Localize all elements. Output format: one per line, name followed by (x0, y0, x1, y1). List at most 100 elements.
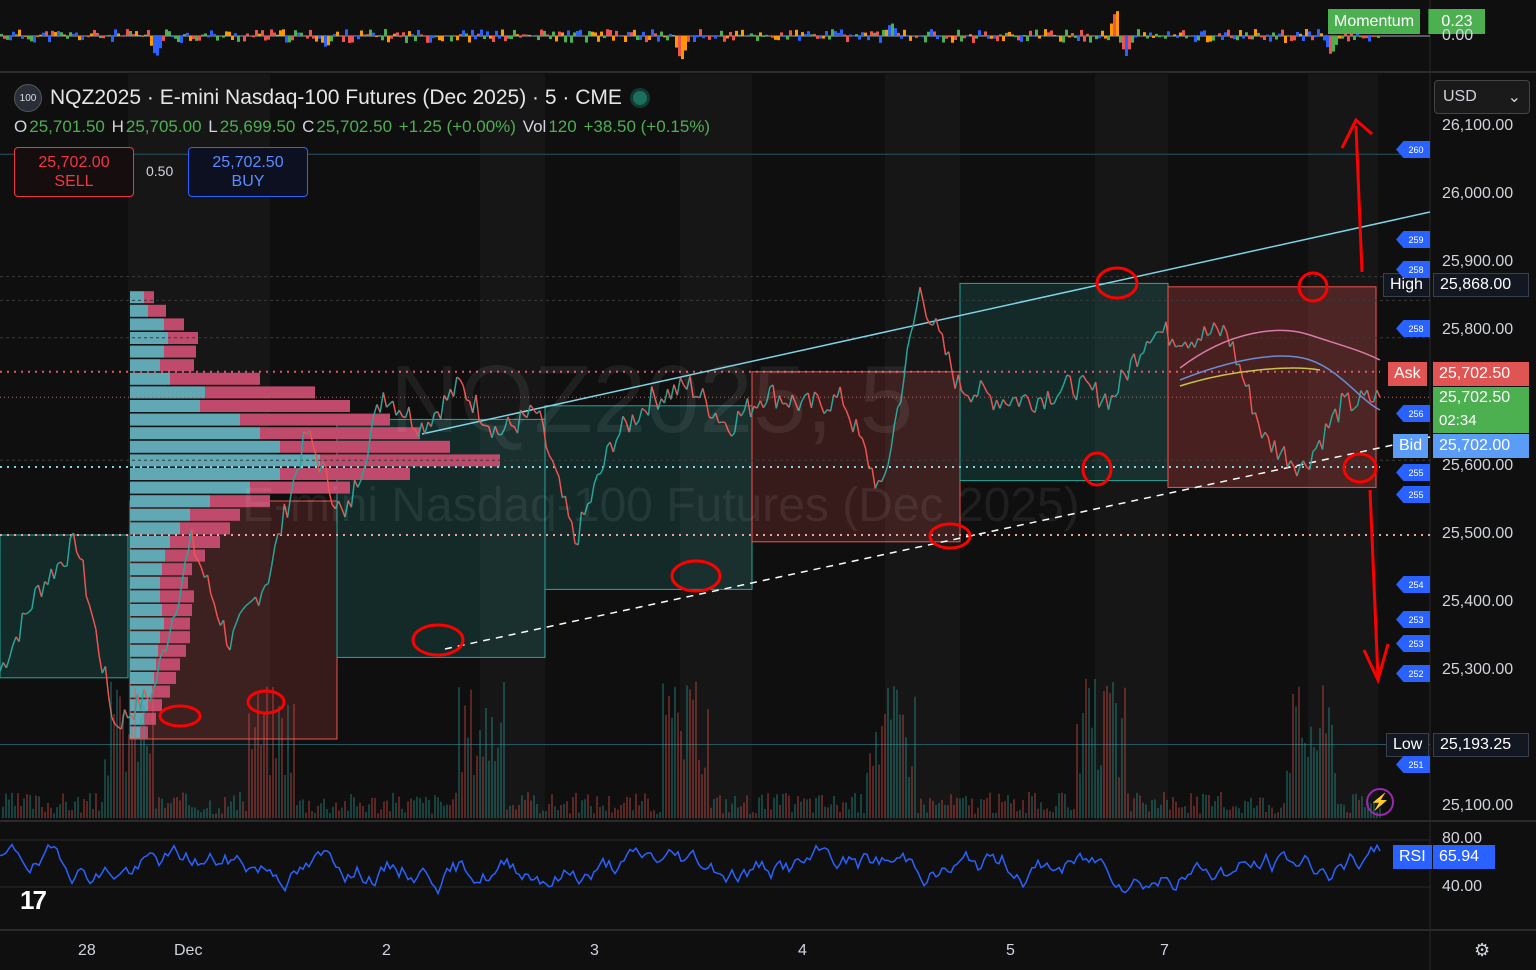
momentum-bar (123, 34, 126, 36)
momentum-bar (546, 34, 549, 36)
volume-bar (716, 797, 718, 818)
volume-bar (698, 759, 700, 818)
momentum-bar (1359, 36, 1362, 38)
volume-bar (824, 806, 826, 818)
volume-bar (149, 753, 151, 818)
momentum-bar (417, 29, 420, 36)
momentum-bar (882, 29, 885, 36)
momentum-bar (93, 29, 96, 36)
volume-bar (806, 799, 808, 818)
momentum-bar (645, 36, 648, 43)
momentum-bar (1290, 36, 1293, 42)
volume-profile-bar (130, 495, 210, 508)
buy-button[interactable]: 25,702.50 BUY (188, 147, 308, 197)
close-value: 25,702.50 (316, 117, 393, 136)
volume-bar (815, 797, 817, 818)
volume-bar (719, 795, 721, 818)
momentum-bar (1254, 29, 1257, 36)
momentum-bar (1323, 36, 1326, 41)
volume-bar (272, 686, 274, 818)
momentum-bar (639, 36, 642, 40)
volume-value: 120 (548, 117, 577, 136)
volume-bar (1337, 804, 1339, 818)
volume-bar (407, 801, 409, 818)
volume-bar (332, 806, 334, 818)
volume-profile-bar (162, 563, 192, 576)
momentum-bar (1068, 36, 1071, 38)
momentum-bar (855, 34, 858, 36)
momentum-bar (1329, 36, 1332, 54)
momentum-bar (1341, 36, 1344, 39)
symbol-title[interactable]: NQZ2025 · E-mini Nasdaq-100 Futures (Dec… (50, 86, 622, 110)
volume-bar (314, 812, 316, 818)
currency-select[interactable]: USD ⌄ (1434, 80, 1530, 114)
volume-bar (563, 804, 565, 818)
tradingview-logo[interactable]: 17 (20, 885, 47, 916)
volume-bar (311, 810, 313, 818)
open-value: 25,701.50 (29, 117, 105, 136)
volume-bar (479, 730, 481, 818)
volume-profile-bar (130, 644, 158, 657)
momentum-bar (498, 36, 501, 39)
momentum-bar (1044, 29, 1047, 36)
volume-bar (1280, 807, 1282, 818)
momentum-bar (1179, 32, 1182, 36)
momentum-bar (969, 34, 972, 36)
momentum-bar (741, 29, 744, 36)
momentum-bar (264, 36, 267, 41)
volume-bar (1217, 796, 1219, 818)
momentum-bar (102, 36, 105, 39)
volume-bar (1136, 792, 1138, 818)
volume-profile-bar (130, 508, 190, 521)
volume-bar (836, 804, 838, 818)
momentum-bar (717, 35, 720, 36)
momentum-bar (597, 36, 600, 42)
momentum-bar (819, 36, 822, 39)
volume-bar (656, 813, 658, 818)
volume-bar (203, 809, 205, 818)
volume-bar (800, 801, 802, 818)
volume-bar (1061, 792, 1063, 818)
momentum-bar (291, 36, 294, 41)
volume-bar (497, 747, 499, 818)
settings-icon[interactable]: ⚙ (1474, 940, 1494, 960)
volume-bar (623, 802, 625, 818)
volume-bar (86, 801, 88, 818)
momentum-bar (906, 36, 909, 37)
momentum-bar (171, 36, 174, 38)
volume-bar (425, 796, 427, 818)
volume-bar (1040, 802, 1042, 818)
lightning-icon[interactable]: ⚡ (1366, 788, 1394, 816)
momentum-bar (543, 30, 546, 36)
momentum-bar (1299, 33, 1302, 36)
volume-bar (983, 799, 985, 818)
volume-bar (8, 799, 10, 818)
volume-bar (209, 800, 211, 818)
momentum-bar (864, 32, 867, 36)
volume-bar (587, 794, 589, 818)
momentum-bar (15, 34, 18, 36)
volume-bar (1340, 803, 1342, 818)
momentum-bar (492, 36, 495, 43)
momentum-bar (753, 34, 756, 36)
volume-bar (1238, 808, 1240, 818)
volume-bar (686, 685, 688, 818)
momentum-bar (858, 36, 861, 40)
volume-bar (1097, 769, 1099, 818)
momentum-bar (45, 31, 48, 36)
symbol-header[interactable]: 100 NQZ2025 · E-mini Nasdaq-100 Futures … (14, 84, 650, 112)
volume-bar (1076, 724, 1078, 818)
volume-bar (140, 717, 142, 818)
volume-bar (158, 797, 160, 818)
volume-bar (1202, 793, 1204, 818)
sell-button[interactable]: 25,702.00 SELL (14, 147, 134, 197)
momentum-bar (372, 32, 375, 36)
volume-bar (341, 807, 343, 818)
momentum-bar (393, 33, 396, 36)
momentum-axis-tick: 0.00 (1442, 27, 1474, 44)
volume-profile-bar (130, 536, 170, 548)
volume-bar (260, 745, 262, 818)
volume-bar (1259, 797, 1261, 818)
volume-bar (536, 803, 538, 818)
volume-bar (515, 809, 517, 818)
